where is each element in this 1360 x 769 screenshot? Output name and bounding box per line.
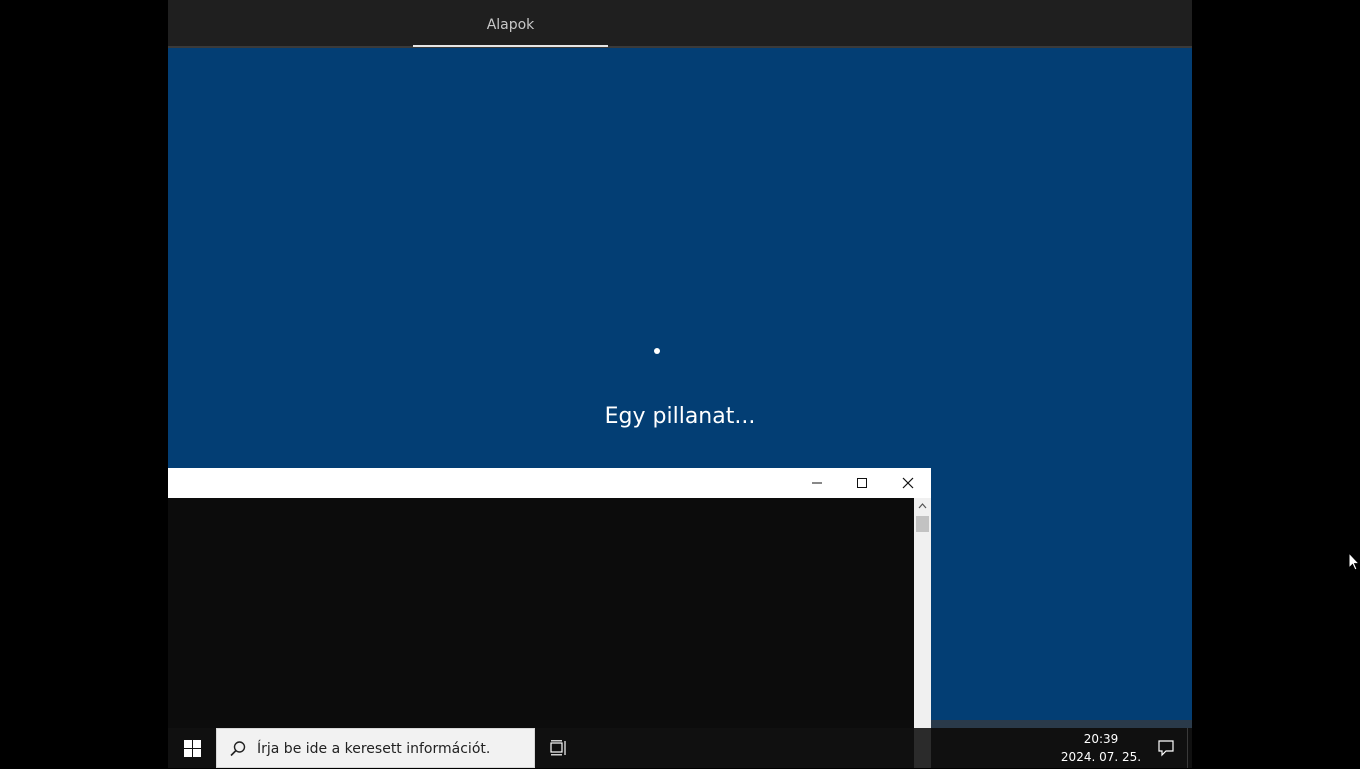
- start-button[interactable]: [168, 728, 216, 768]
- taskbar: Írja be ide a keresett információt. 20:3…: [168, 728, 1192, 768]
- task-view-icon: [550, 740, 566, 756]
- windows-logo-icon: [183, 739, 201, 757]
- oobe-bottom-strip: [930, 720, 1192, 728]
- scrollbar-thumb[interactable]: [916, 516, 929, 532]
- clock-time: 20:39: [1083, 732, 1119, 746]
- console-output-area[interactable]: [168, 498, 914, 728]
- console-taskbar-item[interactable]: [914, 728, 931, 768]
- action-center-button[interactable]: [1146, 728, 1186, 768]
- vertical-scrollbar[interactable]: [914, 498, 931, 728]
- taskbar-search-box[interactable]: Írja be ide a keresett információt.: [216, 728, 535, 768]
- action-center-icon: [1158, 740, 1174, 757]
- maximize-icon: [857, 478, 867, 488]
- maximize-button[interactable]: [839, 468, 885, 498]
- oobe-header: Alapok: [168, 0, 1192, 48]
- console-window[interactable]: [168, 468, 931, 728]
- taskbar-clock[interactable]: 20:39 2024. 07. 25.: [1056, 728, 1146, 768]
- task-view-button[interactable]: [535, 728, 583, 768]
- search-icon: [230, 741, 246, 757]
- clock-date: 2024. 07. 25.: [1060, 750, 1142, 764]
- close-button[interactable]: [885, 468, 931, 498]
- scroll-up-button[interactable]: [914, 498, 931, 514]
- minimize-button[interactable]: [794, 468, 840, 498]
- console-title-bar[interactable]: [168, 468, 931, 498]
- chevron-up-icon: [918, 503, 927, 509]
- close-icon: [902, 477, 914, 489]
- search-placeholder: Írja be ide a keresett információt.: [257, 741, 491, 757]
- loading-spinner-icon: [654, 348, 660, 354]
- mouse-cursor-icon: [1348, 552, 1360, 571]
- show-desktop-button[interactable]: [1187, 728, 1188, 768]
- active-tab-indicator: [413, 45, 608, 47]
- tab-alapok[interactable]: Alapok: [413, 0, 608, 46]
- status-text: Egy pillanat...: [604, 404, 756, 429]
- minimize-icon: [812, 482, 822, 484]
